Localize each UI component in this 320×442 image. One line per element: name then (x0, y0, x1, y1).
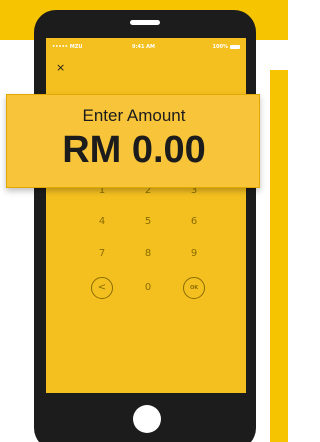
amount-value: RM 0.00 (62, 129, 206, 171)
amount-card: Enter Amount RM 0.00 (6, 94, 260, 188)
close-icon[interactable]: × (56, 62, 65, 73)
background-accent-right (270, 70, 288, 442)
key-7[interactable]: 7 (90, 248, 114, 259)
chevron-left-icon: < (97, 282, 107, 293)
ok-button[interactable]: OK (183, 277, 205, 299)
back-button[interactable]: < (91, 277, 113, 299)
phone-screen: ••••• MZU 9:41 AM 100% × 1 2 3 4 5 6 7 8… (46, 38, 246, 393)
app-promo-scene: ••••• MZU 9:41 AM 100% × 1 2 3 4 5 6 7 8… (0, 0, 288, 442)
status-bar: ••••• MZU 9:41 AM 100% (46, 44, 246, 54)
speaker-icon (130, 20, 160, 25)
status-time: 9:41 AM (132, 44, 156, 50)
key-8[interactable]: 8 (136, 248, 160, 259)
key-0[interactable]: 0 (136, 282, 160, 293)
home-button[interactable] (133, 405, 161, 433)
key-5[interactable]: 5 (136, 216, 160, 227)
amount-label: Enter Amount (82, 106, 186, 125)
key-6[interactable]: 6 (182, 216, 206, 227)
battery-level: 100% (212, 44, 228, 50)
battery-icon (230, 45, 240, 49)
carrier-label: ••••• MZU (52, 44, 83, 50)
key-9[interactable]: 9 (182, 248, 206, 259)
key-4[interactable]: 4 (90, 216, 114, 227)
